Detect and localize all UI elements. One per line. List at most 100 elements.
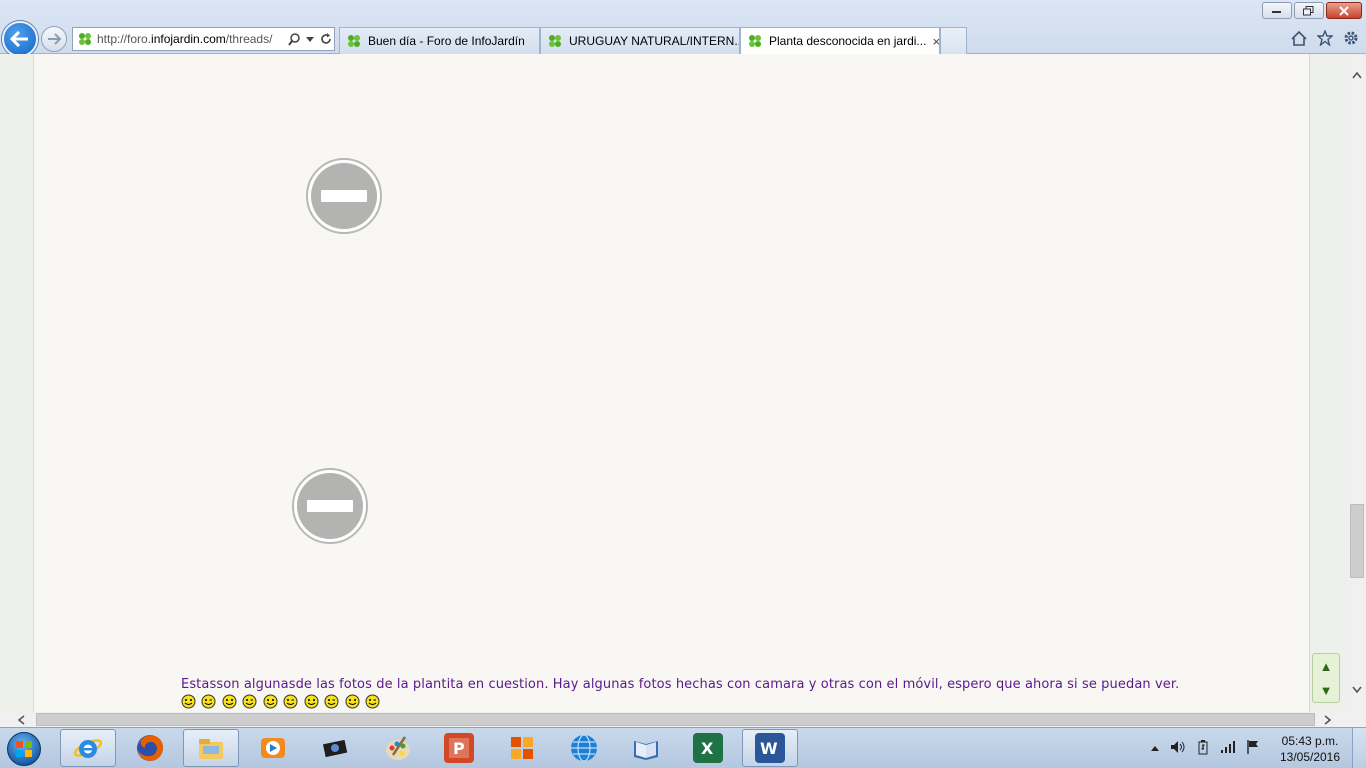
address-url[interactable]: http://foro.infojardin.com/threads/: [95, 32, 286, 46]
post-text: Estasson algunasde las fotos de la plant…: [181, 677, 1180, 692]
taskbar-firefox[interactable]: [122, 729, 178, 767]
show-hidden-icons-icon[interactable]: [1150, 743, 1160, 755]
power-icon[interactable]: [1196, 739, 1210, 758]
browser-chrome: http://foro.infojardin.com/threads/ Buen…: [0, 0, 1366, 57]
horizontal-scrollbar[interactable]: [0, 712, 1348, 727]
dropdown-arrow-icon[interactable]: [302, 29, 318, 49]
taskbar: P X W 05:43 p.m. 13/05/2016: [0, 727, 1366, 768]
home-icon[interactable]: [1290, 29, 1308, 47]
tab-favicon-icon: [547, 33, 563, 49]
restore-icon: [1303, 5, 1314, 15]
scroll-bottom-arrow-icon[interactable]: ▼: [1320, 684, 1333, 697]
smiley-icon: [263, 694, 278, 709]
taskbar-paint[interactable]: [370, 729, 426, 767]
tab-favicon-icon: [747, 33, 763, 49]
taskbar-media-player[interactable]: [245, 729, 301, 767]
minimize-button[interactable]: [1262, 2, 1292, 19]
settings-gear-icon[interactable]: [1342, 29, 1360, 47]
globe-icon: [569, 733, 599, 763]
taskbar-word[interactable]: W: [742, 729, 798, 767]
refresh-icon[interactable]: [318, 29, 334, 49]
tab-uruguay-natural[interactable]: URUGUAY NATURAL/INTERN...: [540, 27, 740, 54]
forward-button[interactable]: [41, 26, 67, 52]
address-bar[interactable]: http://foro.infojardin.com/threads/: [72, 27, 335, 51]
post-content-area: [34, 54, 1310, 712]
wink-smiley-icon: [201, 694, 216, 709]
smiley-icon: [222, 694, 237, 709]
forward-arrow-icon: [48, 33, 61, 45]
tab-strip: Buen día - Foro de InfoJardín URUGUAY NA…: [339, 27, 967, 54]
internet-explorer-icon: [73, 733, 103, 763]
tab-buen-dia[interactable]: Buen día - Foro de InfoJardín: [339, 27, 540, 54]
taskbar-powerpoint[interactable]: P: [431, 729, 487, 767]
tab-label: Planta desconocida en jardi...: [769, 34, 927, 48]
taskbar-globe[interactable]: [556, 729, 612, 767]
network-signal-icon[interactable]: [1220, 740, 1236, 757]
scroll-up-arrow-icon[interactable]: [1348, 66, 1366, 84]
taskbar-file-explorer[interactable]: [183, 729, 239, 767]
start-button[interactable]: [2, 729, 46, 768]
taskbar-internet-explorer[interactable]: [60, 729, 116, 767]
wink-smiley-icon: [324, 694, 339, 709]
wink-smiley-icon: [242, 694, 257, 709]
url-prefix: http://foro.: [97, 32, 152, 46]
left-gutter: [0, 54, 34, 712]
vertical-scrollbar-thumb[interactable]: [1350, 504, 1364, 578]
svg-text:P: P: [453, 739, 465, 758]
smiley-icon: [304, 694, 319, 709]
scroll-right-arrow-icon[interactable]: [1318, 712, 1336, 727]
back-button[interactable]: [2, 21, 38, 57]
vertical-scrollbar[interactable]: [1348, 54, 1366, 712]
svg-text:W: W: [760, 739, 778, 758]
page-scroll-navigator: ▲ ▼: [1312, 653, 1340, 703]
taskbar-photo-viewer[interactable]: [307, 729, 363, 767]
new-tab-button[interactable]: [940, 27, 967, 54]
scroll-top-arrow-icon[interactable]: ▲: [1320, 660, 1333, 673]
book-icon: [631, 733, 661, 763]
search-icon[interactable]: [286, 29, 302, 49]
taskbar-excel[interactable]: X: [680, 729, 736, 767]
windows-logo-icon: [7, 732, 41, 766]
svg-text:X: X: [701, 739, 714, 758]
smiley-row: [181, 694, 386, 709]
taskbar-clock[interactable]: 05:43 p.m. 13/05/2016: [1274, 733, 1346, 765]
scrollbar-corner: [1348, 712, 1366, 727]
wink-smiley-icon: [365, 694, 380, 709]
tab-close-icon[interactable]: ×: [926, 34, 939, 49]
taskbar-book[interactable]: [618, 729, 674, 767]
scroll-down-arrow-icon[interactable]: [1348, 680, 1366, 698]
scroll-left-arrow-icon[interactable]: [12, 712, 30, 727]
system-tray: [1150, 728, 1260, 768]
office-tools-icon: [507, 733, 537, 763]
toolbar-icons: [1290, 29, 1360, 47]
volume-icon[interactable]: [1170, 740, 1186, 757]
powerpoint-icon: P: [444, 733, 474, 763]
minimize-icon: [1272, 10, 1281, 13]
firefox-icon: [135, 733, 165, 763]
tab-planta-desconocida[interactable]: Planta desconocida en jardi... ×: [740, 27, 940, 54]
url-suffix: /threads/: [225, 32, 273, 46]
close-window-button[interactable]: [1326, 2, 1362, 19]
window-controls: [1262, 2, 1362, 19]
site-favicon-icon: [75, 29, 95, 49]
right-gutter: [1310, 54, 1348, 712]
action-center-flag-icon[interactable]: [1246, 739, 1260, 758]
blocked-image-icon: [306, 158, 382, 234]
media-player-icon: [258, 733, 288, 763]
blocked-image-icon: [292, 468, 368, 544]
restore-button[interactable]: [1294, 2, 1324, 19]
photo-viewer-icon: [320, 733, 350, 763]
excel-icon: X: [693, 733, 723, 763]
taskbar-office-tools[interactable]: [494, 729, 550, 767]
horizontal-scrollbar-thumb[interactable]: [36, 713, 1315, 726]
favorites-star-icon[interactable]: [1316, 29, 1334, 47]
file-explorer-icon: [196, 733, 226, 763]
tab-label: Buen día - Foro de InfoJardín: [368, 34, 525, 48]
wink-smiley-icon: [283, 694, 298, 709]
word-icon: W: [755, 733, 785, 763]
close-icon: [1339, 5, 1349, 16]
show-desktop-button[interactable]: [1352, 728, 1366, 768]
page-viewport: Estasson algunasde las fotos de la plant…: [0, 54, 1348, 712]
clock-date: 13/05/2016: [1279, 750, 1341, 764]
url-domain: infojardin.com: [151, 32, 226, 46]
